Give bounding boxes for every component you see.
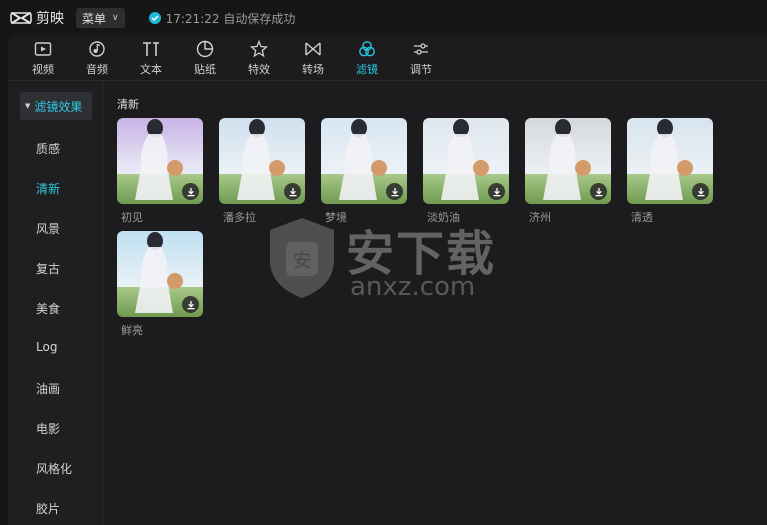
download-icon[interactable] [488, 183, 505, 200]
filter-preview-image [135, 119, 183, 200]
text-icon [141, 39, 161, 59]
download-icon[interactable] [182, 296, 199, 313]
tab-label: 转场 [302, 63, 324, 76]
check-circle-icon [148, 12, 161, 24]
filter-preview-image [441, 119, 489, 200]
filter-icon [357, 39, 377, 59]
tab-label: 特效 [248, 63, 270, 76]
tab-label: 滤镜 [356, 63, 378, 76]
filter-name: 济州 [529, 211, 551, 224]
sidebar-item-log[interactable]: Log [36, 340, 57, 354]
save-status-text: 17:21:22 自动保存成功 [165, 11, 296, 26]
tab-transition[interactable]: 转场 [286, 39, 340, 79]
sidebar-section-filter-effects[interactable]: ▼ 滤镜效果 [20, 92, 92, 120]
tab-text[interactable]: 文本 [124, 39, 178, 79]
sidebar-item-retro[interactable]: 复古 [36, 260, 60, 277]
tab-effects[interactable]: 特效 [232, 39, 286, 79]
sidebar-item-stylized[interactable]: 风格化 [36, 460, 72, 477]
audio-icon [87, 39, 107, 59]
save-status: 17:21:22 自动保存成功 [148, 10, 296, 27]
sidebar-section-label: 滤镜效果 [34, 99, 83, 114]
filter-thumbnail[interactable] [627, 118, 713, 204]
filter-preview-image [237, 119, 285, 200]
filter-preview-image [339, 119, 387, 200]
title-bar: 剪映 菜单 ∨ 17:21:22 自动保存成功 [0, 0, 767, 36]
filter-thumbnail[interactable] [219, 118, 305, 204]
sidebar-item-scenery[interactable]: 风景 [36, 220, 60, 237]
sidebar-item-texture[interactable]: 质感 [36, 140, 60, 157]
sticker-icon [195, 39, 215, 59]
sidebar-item-fresh[interactable]: 清新 [36, 180, 60, 197]
shield-logo-icon: 安 [270, 218, 334, 298]
download-icon[interactable] [386, 183, 403, 200]
watermark-url: anxz.com [350, 272, 476, 302]
download-icon[interactable] [692, 183, 709, 200]
menu-label: 菜单 [82, 11, 107, 26]
filter-name: 鲜亮 [121, 324, 143, 337]
filter-name: 潘多拉 [223, 211, 256, 224]
tab-label: 调节 [410, 63, 432, 76]
app-logo: 剪映 [10, 8, 64, 28]
sidebar-item-film[interactable]: 胶片 [36, 500, 60, 517]
watermark: 安 安下载 anxz.com [266, 214, 496, 304]
filter-name: 清透 [631, 211, 653, 224]
caret-down-icon: ▼ [25, 102, 31, 110]
filter-thumbnail[interactable] [117, 231, 203, 317]
transition-icon [303, 39, 323, 59]
filter-thumbnail[interactable] [117, 118, 203, 204]
filter-name: 初见 [121, 211, 143, 224]
sidebar-item-movie[interactable]: 电影 [36, 420, 60, 437]
filter-category-sidebar: ▼ 滤镜效果 质感 清新 风景 复古 美食 Log 油画 电影 风格化 胶片 [8, 82, 104, 525]
svg-text:安: 安 [293, 251, 311, 272]
filter-thumbnail[interactable] [321, 118, 407, 204]
capcut-logo-icon [10, 12, 32, 24]
download-icon[interactable] [284, 183, 301, 200]
filter-thumbnail[interactable] [525, 118, 611, 204]
filter-preview-image [135, 232, 183, 313]
download-icon[interactable] [590, 183, 607, 200]
tab-label: 音频 [86, 63, 108, 76]
filter-preview-image [543, 119, 591, 200]
sidebar-item-oil-painting[interactable]: 油画 [36, 380, 60, 397]
sidebar-item-food[interactable]: 美食 [36, 300, 60, 317]
menu-button[interactable]: 菜单 ∨ [76, 8, 125, 28]
toolbar: 视频 音频 文本 贴纸 特效 转场 滤镜 调节 [8, 36, 767, 81]
section-title: 清新 [117, 98, 139, 111]
app-name: 剪映 [36, 11, 64, 27]
adjust-icon [411, 39, 431, 59]
tab-audio[interactable]: 音频 [70, 39, 124, 79]
tab-adjust[interactable]: 调节 [394, 39, 448, 79]
tab-sticker[interactable]: 贴纸 [178, 39, 232, 79]
tab-video[interactable]: 视频 [16, 39, 70, 79]
tab-filter[interactable]: 滤镜 [340, 39, 394, 79]
tab-label: 视频 [32, 63, 54, 76]
chevron-down-icon: ∨ [112, 13, 119, 23]
tab-label: 文本 [140, 63, 162, 76]
filter-thumbnail[interactable] [423, 118, 509, 204]
video-icon [33, 39, 53, 59]
tab-label: 贴纸 [194, 63, 216, 76]
filter-preview-image [645, 119, 693, 200]
effects-icon [249, 39, 269, 59]
download-icon[interactable] [182, 183, 199, 200]
